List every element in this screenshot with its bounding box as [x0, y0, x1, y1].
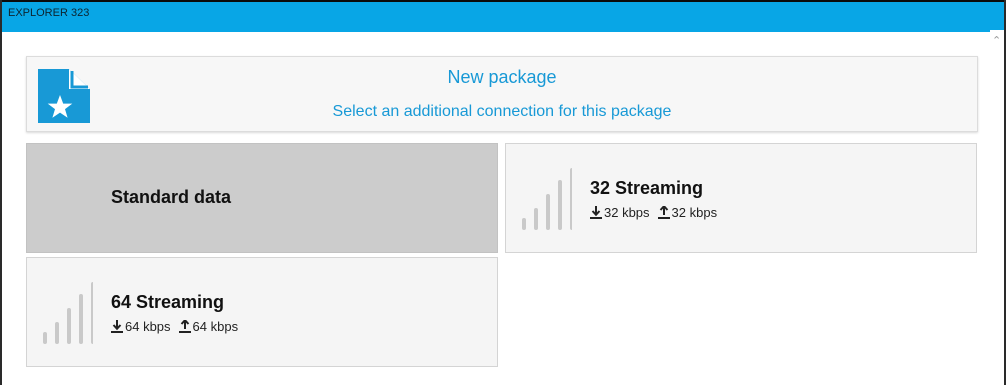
option-tile-standard-data[interactable]: Standard data	[26, 143, 498, 253]
option-speeds: 64 kbps 64 kbps	[111, 319, 242, 334]
title-bar[interactable]: EXPLORER 323	[2, 0, 1004, 32]
new-package-header: New package Select an additional connect…	[26, 56, 978, 132]
upload-speed: 32 kbps	[671, 205, 718, 220]
download-speed: 64 kbps	[125, 319, 171, 334]
option-name: 32 Streaming	[590, 178, 704, 198]
upload-speed: 64 kbps	[192, 319, 239, 334]
window-title: EXPLORER 323	[8, 7, 90, 19]
app-window: EXPLORER 323 ⌃ New package Select an add…	[0, 0, 1006, 385]
header-subtitle: Select an additional connection for this…	[332, 103, 672, 120]
vertical-scrollbar[interactable]: ⌃	[990, 30, 1004, 385]
download-speed: 32 kbps	[604, 205, 650, 220]
option-tile-32-streaming[interactable]: 32 Streaming 32 kbps 32 kbps	[505, 143, 977, 253]
option-name: 64 Streaming	[111, 292, 225, 312]
signal-bars-icon	[522, 168, 572, 230]
download-icon	[111, 320, 123, 333]
upload-icon	[178, 320, 191, 333]
header-title: New package	[447, 67, 557, 87]
download-icon	[590, 206, 602, 219]
option-tile-64-streaming[interactable]: 64 Streaming 64 kbps 64 kbps	[26, 257, 498, 367]
scroll-up-icon[interactable]: ⌃	[992, 36, 1001, 47]
option-speeds: 32 kbps 32 kbps	[590, 205, 721, 220]
signal-bars-icon	[43, 282, 93, 344]
option-name: Standard data	[111, 187, 232, 207]
upload-icon	[657, 206, 670, 219]
